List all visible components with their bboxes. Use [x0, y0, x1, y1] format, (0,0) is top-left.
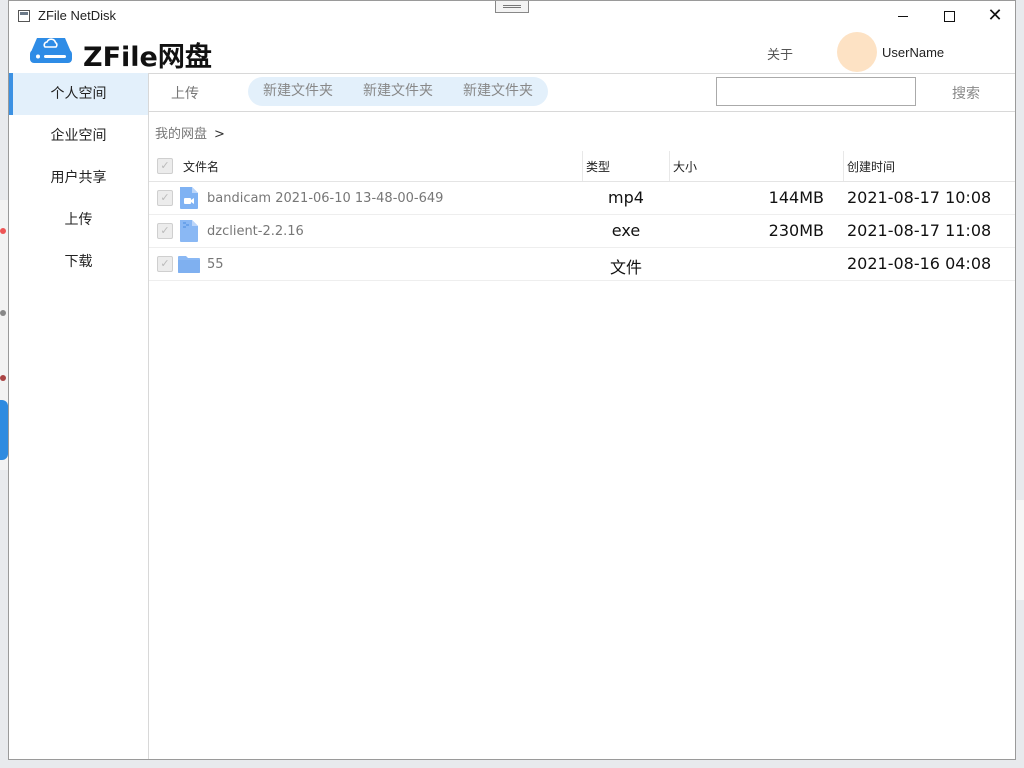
file-created-time: 2021-08-16 04:08: [847, 254, 992, 273]
upload-button[interactable]: 上传: [171, 83, 199, 103]
sidebar-item-label: 用户共享: [50, 170, 107, 186]
select-all-checkbox[interactable]: ✓: [157, 158, 173, 174]
maximize-button[interactable]: [926, 1, 972, 31]
window-title: ZFile NetDisk: [38, 8, 117, 23]
column-header-created[interactable]: 创建时间: [847, 158, 895, 175]
file-name[interactable]: 55: [207, 257, 224, 272]
file-name[interactable]: bandicam 2021-06-10 13-48-00-649: [207, 191, 443, 206]
file-created-time: 2021-08-17 10:08: [847, 188, 992, 207]
column-header-name[interactable]: 文件名: [183, 158, 219, 175]
avatar[interactable]: [837, 32, 877, 72]
maximize-icon: [943, 10, 955, 22]
column-header-type[interactable]: 类型: [586, 158, 610, 175]
column-divider[interactable]: [843, 151, 844, 181]
row-checkbox[interactable]: ✓: [157, 256, 173, 272]
new-folder-button[interactable]: 新建文件夹: [348, 77, 448, 106]
desktop-background-dot: [0, 310, 6, 316]
sidebar-item-personal-space[interactable]: 个人空间: [9, 73, 148, 115]
file-table: ✓ 文件名 类型 大小 创建时间 ✓ bandicam 2021-06-10 1…: [149, 151, 1015, 281]
desktop-background-dot: [0, 375, 6, 381]
file-type: mp4: [608, 188, 644, 207]
new-folder-button[interactable]: 新建文件夹: [248, 77, 348, 106]
minimize-button[interactable]: [880, 1, 926, 31]
column-divider[interactable]: [669, 151, 670, 181]
close-icon: ✕: [987, 5, 1003, 26]
video-file-icon: [180, 187, 198, 209]
folder-icon: [178, 256, 200, 273]
breadcrumb-root[interactable]: 我的网盘: [155, 127, 207, 142]
table-row[interactable]: ✓ bandicam 2021-06-10 13-48-00-649 mp4 1…: [149, 182, 1015, 215]
sidebar-item-upload[interactable]: 上传: [9, 199, 148, 241]
sidebar-item-label: 上传: [64, 212, 93, 228]
sidebar-item-download[interactable]: 下载: [9, 241, 148, 283]
app-logo-text: ZFile网盘: [83, 42, 212, 73]
desktop-background-dot: [0, 228, 6, 234]
desktop-background-fragment: [1016, 500, 1024, 600]
column-header-size[interactable]: 大小: [673, 158, 697, 175]
file-icon: [180, 220, 198, 242]
sidebar-item-user-share[interactable]: 用户共享: [9, 157, 148, 199]
about-link[interactable]: 关于: [767, 44, 793, 63]
title-bar[interactable]: ZFile NetDisk ✕: [9, 1, 1015, 31]
file-size: 144MB: [768, 188, 824, 207]
sidebar-item-label: 下载: [64, 254, 93, 270]
breadcrumb: 我的网盘 >: [155, 123, 225, 142]
sidebar: 个人空间 企业空间 用户共享 上传 下载: [9, 73, 149, 759]
file-size: 230MB: [768, 221, 824, 240]
sidebar-item-enterprise-space[interactable]: 企业空间: [9, 115, 148, 157]
app-window-icon: [18, 10, 30, 22]
file-created-time: 2021-08-17 11:08: [847, 221, 992, 240]
column-divider[interactable]: [582, 151, 583, 181]
breadcrumb-separator: >: [214, 127, 225, 142]
search-input[interactable]: [716, 77, 916, 106]
drag-handle[interactable]: [495, 1, 529, 13]
cloud-drive-icon: [30, 38, 72, 63]
app-header: ZFile网盘 关于 UserName: [9, 31, 1015, 74]
row-checkbox[interactable]: ✓: [157, 223, 173, 239]
table-row[interactable]: ✓ 55 文件 2021-08-16 04:08: [149, 248, 1015, 281]
table-row[interactable]: ✓ dzclient-2.2.16 exe 230MB 2021-08-17 1…: [149, 215, 1015, 248]
row-checkbox[interactable]: ✓: [157, 190, 173, 206]
sidebar-item-label: 企业空间: [50, 128, 107, 144]
file-type: exe: [611, 221, 641, 240]
new-folder-button[interactable]: 新建文件夹: [448, 77, 548, 106]
new-folder-button-group: 新建文件夹 新建文件夹 新建文件夹: [248, 77, 548, 106]
toolbar: 上传 新建文件夹 新建文件夹 新建文件夹 搜索: [149, 73, 1015, 112]
file-type: 文件: [609, 258, 642, 277]
close-button[interactable]: ✕: [972, 1, 1018, 31]
search-button[interactable]: 搜索: [952, 83, 980, 103]
username[interactable]: UserName: [882, 45, 944, 60]
minimize-icon: [898, 15, 908, 17]
desktop-background-fragment: [0, 400, 8, 460]
file-name[interactable]: dzclient-2.2.16: [207, 224, 304, 239]
app-window: ZFile NetDisk ✕ ZFile网盘 关于 UserName 个人空间: [8, 0, 1016, 760]
sidebar-item-label: 个人空间: [50, 86, 107, 102]
table-header: ✓ 文件名 类型 大小 创建时间: [149, 151, 1015, 182]
